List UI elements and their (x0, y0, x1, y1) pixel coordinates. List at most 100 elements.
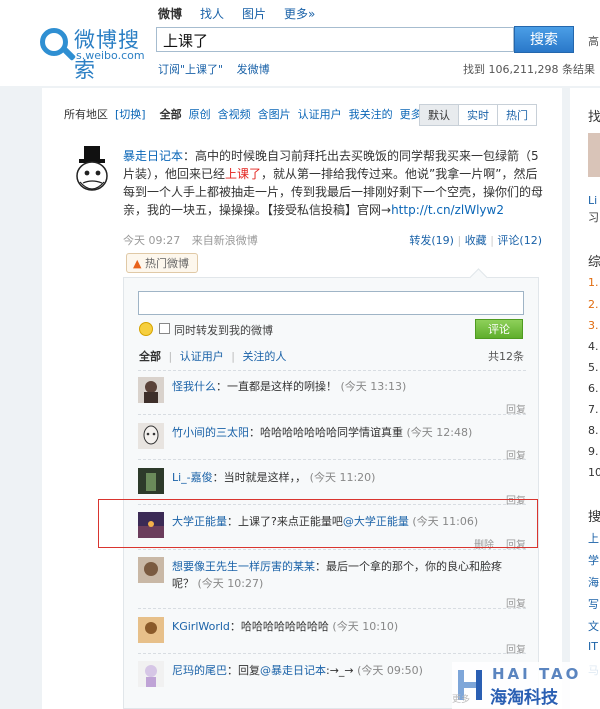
sidebar-heading-overall: 综 (588, 255, 600, 270)
rank-8[interactable]: 8. (588, 424, 599, 437)
comment-item: 想要像王先生一样厉害的某某：最后一个拿的那个，你的良心和脸疼呢？ (今天 10:… (138, 557, 526, 610)
search-sub-links: 订阅"上课了" 发微博 (158, 61, 280, 77)
comment-text: 想要像王先生一样厉害的某某：最后一个拿的那个，你的良心和脸疼呢？ (今天 10:… (172, 558, 522, 592)
search-button[interactable]: 搜索 (514, 26, 574, 53)
filter-all[interactable]: 全部 (160, 106, 182, 122)
commenter-avatar[interactable] (138, 377, 164, 403)
right-sidebar: 找 Li 习 综 1. 2. 3. 4. 5. 6. 7. 8. 9. 10 搜… (570, 88, 600, 709)
commenter-avatar[interactable] (138, 661, 164, 687)
feed-source-prefix: 来自 (191, 234, 214, 247)
comment-time: (今天 09:50) (357, 664, 423, 677)
rank-6[interactable]: 6. (588, 382, 599, 395)
tab-people[interactable]: 找人 (200, 5, 224, 22)
rank-1[interactable]: 1. (588, 276, 599, 289)
action-divider: | (490, 234, 494, 247)
filter-video[interactable]: 含视频 (218, 106, 251, 122)
forward-checkbox-label: 同时转发到我的微博 (174, 324, 273, 337)
commenter-name[interactable]: 怪我什么 (172, 380, 216, 393)
comment-divider (138, 414, 526, 415)
tab-more[interactable]: 更多» (284, 5, 315, 22)
comment-text: 怪我什么：一直都是这样的咧操！ (今天 13:13) (172, 378, 522, 395)
commenter-avatar[interactable] (138, 557, 164, 583)
author-avatar[interactable] (74, 146, 114, 194)
search-header: 微博搜索 s.weibo.com 微博 找人 图片 更多» 上课了 搜索 高 订… (0, 0, 600, 86)
filter-original[interactable]: 原创 (189, 106, 211, 122)
sidebar-heading-find: 找 (588, 110, 600, 125)
rank-4[interactable]: 4. (588, 340, 599, 353)
comment-tab-verified[interactable]: 认证用户 (180, 350, 224, 363)
rank-7[interactable]: 7. (588, 403, 599, 416)
commenter-name[interactable]: 尼玛的尾巴 (172, 664, 227, 677)
rank-3[interactable]: 3. (588, 319, 599, 332)
comment-divider (138, 549, 526, 550)
result-count: 找到 106,211,298 条结果 (463, 63, 595, 76)
comment-body: ：当时就是这样，， (212, 471, 307, 484)
sort-default[interactable]: 默认 (419, 104, 459, 126)
rank-5[interactable]: 5. (588, 361, 599, 374)
tab-separator: | (168, 350, 173, 363)
comment-tab-all[interactable]: 全部 (139, 350, 161, 363)
related-search-6[interactable]: IT (588, 640, 598, 653)
comment-text: 竹小间的三太阳：哈哈哈哈哈哈哈同学情谊真重 (今天 12:48) (172, 424, 522, 441)
tab-images[interactable]: 图片 (242, 5, 266, 22)
advanced-search-link[interactable]: 高 (588, 33, 599, 49)
rank-2[interactable]: 2. (588, 298, 599, 311)
tab-weibo[interactable]: 微博 (158, 5, 182, 22)
comment-input[interactable] (138, 291, 524, 315)
sidebar-photo[interactable] (588, 133, 600, 177)
feed-actions: 转发(19) | 收藏 | 评论(12) (409, 232, 542, 248)
comment-time: (今天 13:13) (340, 380, 407, 393)
commenter-avatar[interactable] (138, 468, 164, 494)
flame-icon: ▲ (133, 257, 142, 270)
magnifier-logo-icon (40, 28, 68, 56)
comment-body-tail: :→_→ (326, 664, 354, 677)
feed-time-link[interactable]: 今天 09:27 (123, 234, 180, 247)
filter-following[interactable]: 我关注的 (349, 106, 393, 122)
comment-submit-button[interactable]: 评论 (475, 319, 523, 339)
forward-checkbox[interactable] (159, 323, 170, 334)
commenter-name[interactable]: 想要像王先生一样厉害的某某 (172, 560, 315, 573)
sidebar-heading-search: 搜 (588, 510, 600, 525)
related-search-5[interactable]: 文 (588, 618, 599, 634)
weibo-search-logo[interactable]: 微博搜索 s.weibo.com (40, 22, 150, 82)
filter-verified[interactable]: 认证用户 (298, 106, 342, 122)
hot-weibo-badge[interactable]: ▲ 热门微博 (126, 253, 198, 273)
watermark-english: HAI TAO (492, 665, 582, 683)
region-switch-link[interactable]: [切换] (115, 106, 146, 122)
comment-filter-tabs: 全部 | 认证用户 | 关注的人 (139, 348, 290, 364)
commenter-avatar[interactable] (138, 617, 164, 643)
comment-body: ：哈哈哈哈哈哈哈同学情谊真重 (249, 426, 403, 439)
commenter-name[interactable]: 竹小间的三太阳 (172, 426, 249, 439)
sort-realtime[interactable]: 实时 (458, 104, 498, 126)
related-search-4[interactable]: 写 (588, 596, 599, 612)
feed-author-link[interactable]: 暴走日记本 (123, 149, 183, 163)
comment-time: (今天 11:20) (309, 471, 376, 484)
commenter-name[interactable]: Li_-嘉俊 (172, 471, 213, 484)
related-search-2[interactable]: 学 (588, 552, 599, 568)
comment-body: ：哈哈哈哈哈哈哈哈 (229, 620, 329, 633)
rank-10[interactable]: 10 (588, 466, 600, 479)
search-input[interactable]: 上课了 (156, 27, 514, 52)
hot-tag-label: 热门微博 (144, 257, 189, 270)
comment-tab-following[interactable]: 关注的人 (242, 350, 286, 363)
sidebar-user-link[interactable]: Li (588, 194, 597, 207)
comment-time: (今天 10:27) (197, 577, 264, 590)
comment-section: 同时转发到我的微博 评论 全部 | 认证用户 | 关注的人 共12条 怪我什么：… (123, 277, 539, 709)
subscribe-link[interactable]: 订阅"上课了" (158, 63, 223, 76)
sort-tabs: 默认 实时 热门 (419, 104, 537, 126)
sort-hot[interactable]: 热门 (497, 104, 537, 126)
comment-button[interactable]: 评论(12) (497, 234, 542, 247)
commenter-avatar[interactable] (138, 423, 164, 449)
filter-image[interactable]: 含图片 (258, 106, 291, 122)
rank-9[interactable]: 9. (588, 445, 599, 458)
related-search-1[interactable]: 上 (588, 530, 599, 546)
forward-button[interactable]: 转发(19) (409, 234, 454, 247)
favorite-button[interactable]: 收藏 (465, 234, 487, 247)
feed-url-link[interactable]: http://t.cn/zlWlyw2 (391, 203, 504, 217)
commenter-name[interactable]: KGirlWorld (172, 620, 230, 633)
feed-source-link[interactable]: 新浪微博 (214, 234, 258, 247)
smiley-icon[interactable] (139, 322, 153, 336)
mention-link[interactable]: @暴走日记本 (260, 664, 326, 677)
related-search-3[interactable]: 海 (588, 574, 599, 590)
post-weibo-link[interactable]: 发微博 (237, 63, 270, 76)
